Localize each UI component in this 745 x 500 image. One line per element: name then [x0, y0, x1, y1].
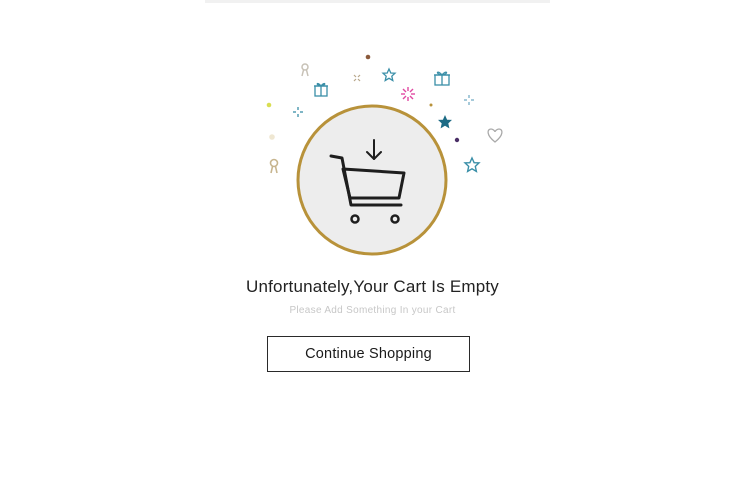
empty-cart-illustration	[255, 45, 515, 265]
gift-icon	[314, 82, 328, 97]
star-icon	[438, 115, 452, 129]
empty-cart-subtitle: Please Add Something In your Cart	[289, 305, 456, 316]
ribbon-icon	[269, 158, 279, 174]
ribbon-icon	[301, 63, 309, 77]
continue-shopping-button[interactable]: Continue Shopping	[267, 336, 470, 372]
confetti-dot	[429, 103, 433, 107]
confetti-dot	[365, 54, 371, 60]
confetti-dot	[454, 137, 460, 143]
star-icon	[381, 67, 397, 82]
star-icon	[463, 156, 481, 173]
confetti-dot	[269, 134, 275, 140]
gift-icon	[434, 71, 450, 86]
empty-cart-title: Unfortunately,Your Cart Is Empty	[245, 277, 499, 296]
sparkle-icon	[293, 107, 303, 117]
sparkle-icon	[401, 87, 415, 101]
confetti-dot	[266, 102, 272, 108]
heart-icon	[487, 128, 503, 143]
confetti-icon	[353, 74, 361, 82]
top-divider	[205, 0, 550, 3]
cart-circle	[296, 104, 448, 256]
illustration-svg	[266, 54, 503, 256]
sparkle-icon	[464, 95, 474, 105]
